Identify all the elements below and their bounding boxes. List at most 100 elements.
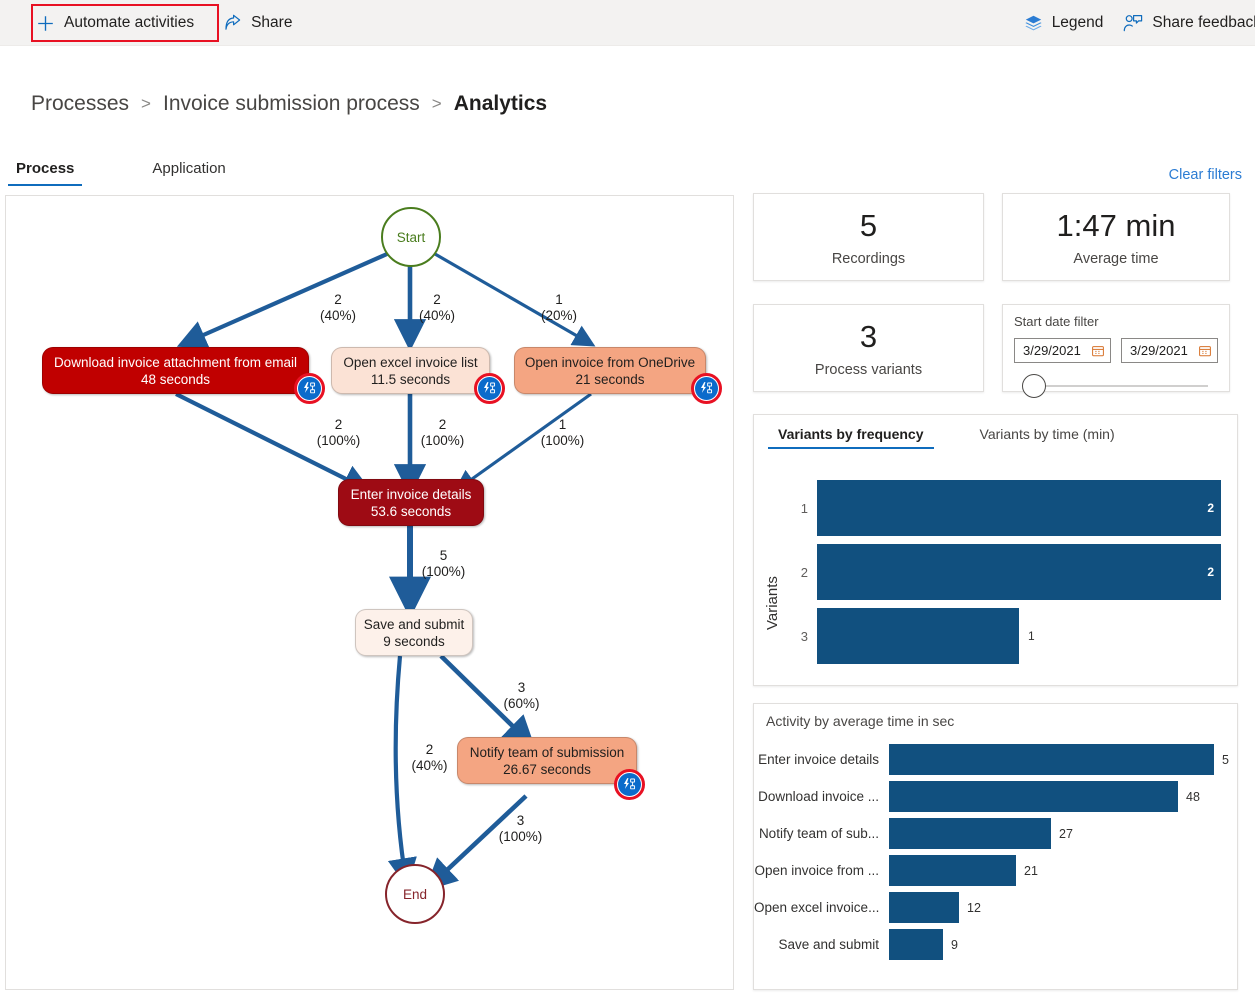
variants-bar-row[interactable]: 3 1	[786, 608, 1226, 664]
process-node-enter-invoice-details[interactable]: Enter invoice details 53.6 seconds	[338, 479, 484, 526]
power-automate-badge-onedrive[interactable]	[691, 373, 722, 404]
activity-bar-open-invoice-from[interactable]: 21	[889, 855, 1016, 886]
breadcrumb-item-processes[interactable]: Processes	[31, 92, 129, 116]
process-node-notify-label: Notify team of submission	[470, 744, 625, 761]
edge-pct: (100%)	[415, 564, 472, 580]
share-button[interactable]: Share	[214, 5, 302, 41]
breadcrumb-item-analytics: Analytics	[454, 92, 547, 116]
variants-bar-row[interactable]: 2 2	[786, 544, 1226, 600]
activity-bar-enter-invoice-details[interactable]: 5	[889, 744, 1214, 775]
edge-pct: (100%)	[534, 433, 591, 449]
process-node-start[interactable]: Start	[381, 207, 441, 267]
variants-bar-1[interactable]: 2	[817, 480, 1221, 536]
edge-label-excel-enter: 2 (100%)	[414, 417, 471, 449]
edge-pct: (40%)	[415, 308, 459, 324]
activity-category-label: Open excel invoice...	[754, 900, 889, 915]
tab-variants-by-time[interactable]: Variants by time (min)	[970, 426, 1125, 449]
start-date-filter-card: Start date filter 3/29/2021 3/29/2021	[1002, 304, 1230, 392]
activity-bar-save-and-submit[interactable]: 9	[889, 929, 943, 960]
edge-count: 3	[493, 680, 550, 696]
plus-icon	[36, 14, 55, 33]
date-from-input[interactable]: 3/29/2021	[1014, 338, 1111, 363]
process-node-open-excel-invoice-list[interactable]: Open excel invoice list 11.5 seconds	[331, 347, 490, 394]
edge-pct: (100%)	[310, 433, 367, 449]
power-automate-badge-excel[interactable]	[474, 373, 505, 404]
power-automate-badge-notify[interactable]	[614, 769, 645, 800]
edge-count: 2	[310, 417, 367, 433]
slider-track	[1038, 385, 1208, 387]
tab-process[interactable]: Process	[8, 160, 82, 186]
process-node-end-label: End	[403, 887, 427, 902]
kpi-card-recordings: 5 Recordings	[753, 193, 984, 281]
activity-bar-row[interactable]: Download invoice ... 48	[754, 781, 1178, 812]
variants-bar-value: 2	[1207, 501, 1214, 515]
clear-filters-link[interactable]: Clear filters	[1169, 167, 1242, 183]
edge-pct: (20%)	[537, 308, 581, 324]
slider-thumb[interactable]	[1022, 374, 1046, 398]
power-automate-flow-icon	[298, 377, 321, 400]
tab-variants-by-frequency[interactable]: Variants by frequency	[768, 426, 934, 449]
edge-pct: (100%)	[492, 829, 549, 845]
edge-count: 2	[316, 292, 360, 308]
feedback-person-icon	[1123, 14, 1143, 33]
kpi-card-process-variants: 3 Process variants	[753, 304, 984, 392]
edge-label-notify-end: 3 (100%)	[492, 813, 549, 845]
power-automate-badge-download[interactable]	[294, 373, 325, 404]
edge-label-download-enter: 2 (100%)	[310, 417, 367, 449]
activity-bar-value: 9	[951, 938, 958, 952]
variants-chart-card: Variants by frequency Variants by time (…	[753, 414, 1238, 686]
process-node-download-invoice-attachment[interactable]: Download invoice attachment from email 4…	[42, 347, 309, 394]
activity-bar-download-invoice[interactable]: 48	[889, 781, 1178, 812]
edge-count: 5	[415, 548, 472, 564]
calendar-icon[interactable]	[1092, 345, 1104, 357]
legend-button[interactable]: Legend	[1014, 5, 1114, 41]
automate-activities-button[interactable]: Automate activities	[26, 5, 204, 41]
activity-chart-card: Activity by average time in sec Enter in…	[753, 703, 1238, 990]
variants-tick-label: 3	[786, 629, 808, 644]
calendar-icon[interactable]	[1199, 345, 1211, 357]
process-node-enter-duration: 53.6 seconds	[371, 503, 451, 520]
edge-label-start-onedrive: 1 (20%)	[537, 292, 581, 324]
kpi-recordings-value: 5	[860, 208, 877, 244]
process-node-save-duration: 9 seconds	[383, 633, 445, 650]
date-range-slider[interactable]	[1014, 373, 1218, 399]
start-date-filter-title: Start date filter	[1014, 314, 1218, 329]
date-from-value: 3/29/2021	[1023, 343, 1081, 358]
layers-icon	[1024, 14, 1043, 33]
edge-pct: (100%)	[414, 433, 471, 449]
variants-bar-2[interactable]: 2	[817, 544, 1221, 600]
process-node-notify-team-of-submission[interactable]: Notify team of submission 26.67 seconds	[457, 737, 637, 784]
activity-bar-row[interactable]: Save and submit 9	[754, 929, 943, 960]
activity-bar-row[interactable]: Open excel invoice... 12	[754, 892, 959, 923]
date-to-input[interactable]: 3/29/2021	[1121, 338, 1218, 363]
pivot-tab-list: Process Application	[8, 160, 296, 186]
process-node-save-label: Save and submit	[364, 616, 465, 633]
activity-bar-row[interactable]: Enter invoice details 5	[754, 744, 1214, 775]
kpi-average-time-value: 1:47 min	[1057, 208, 1176, 244]
power-automate-flow-icon	[478, 377, 501, 400]
variants-bar-3[interactable]: 1	[817, 608, 1019, 664]
command-bar: Automate activities Share Legend	[0, 0, 1255, 46]
process-map-panel[interactable]: Start Download invoice attachment from e…	[5, 195, 734, 990]
process-node-end[interactable]: End	[385, 864, 445, 924]
variants-bar-row[interactable]: 1 2	[786, 480, 1226, 536]
activity-bar-value: 5	[1222, 753, 1229, 767]
breadcrumb-item-invoice-submission-process[interactable]: Invoice submission process	[163, 92, 420, 116]
edge-pct: (40%)	[316, 308, 360, 324]
activity-bar-row[interactable]: Notify team of sub... 27	[754, 818, 1051, 849]
activity-bar-notify-team[interactable]: 27	[889, 818, 1051, 849]
variants-bar-value: 2	[1207, 565, 1214, 579]
share-feedback-button[interactable]: Share feedback	[1113, 5, 1255, 41]
edge-label-enter-save: 5 (100%)	[415, 548, 472, 580]
process-node-open-invoice-from-onedrive[interactable]: Open invoice from OneDrive 21 seconds	[514, 347, 706, 394]
activity-bar-row[interactable]: Open invoice from ... 21	[754, 855, 1016, 886]
share-feedback-label: Share feedback	[1152, 14, 1255, 32]
edge-count: 1	[537, 292, 581, 308]
edge-count: 1	[534, 417, 591, 433]
activity-bar-open-excel-invoice[interactable]: 12	[889, 892, 959, 923]
process-node-excel-duration: 11.5 seconds	[371, 371, 450, 388]
tab-application[interactable]: Application	[144, 160, 233, 186]
process-node-start-label: Start	[397, 230, 426, 245]
process-node-onedrive-duration: 21 seconds	[575, 371, 644, 388]
process-node-save-and-submit[interactable]: Save and submit 9 seconds	[355, 609, 473, 656]
